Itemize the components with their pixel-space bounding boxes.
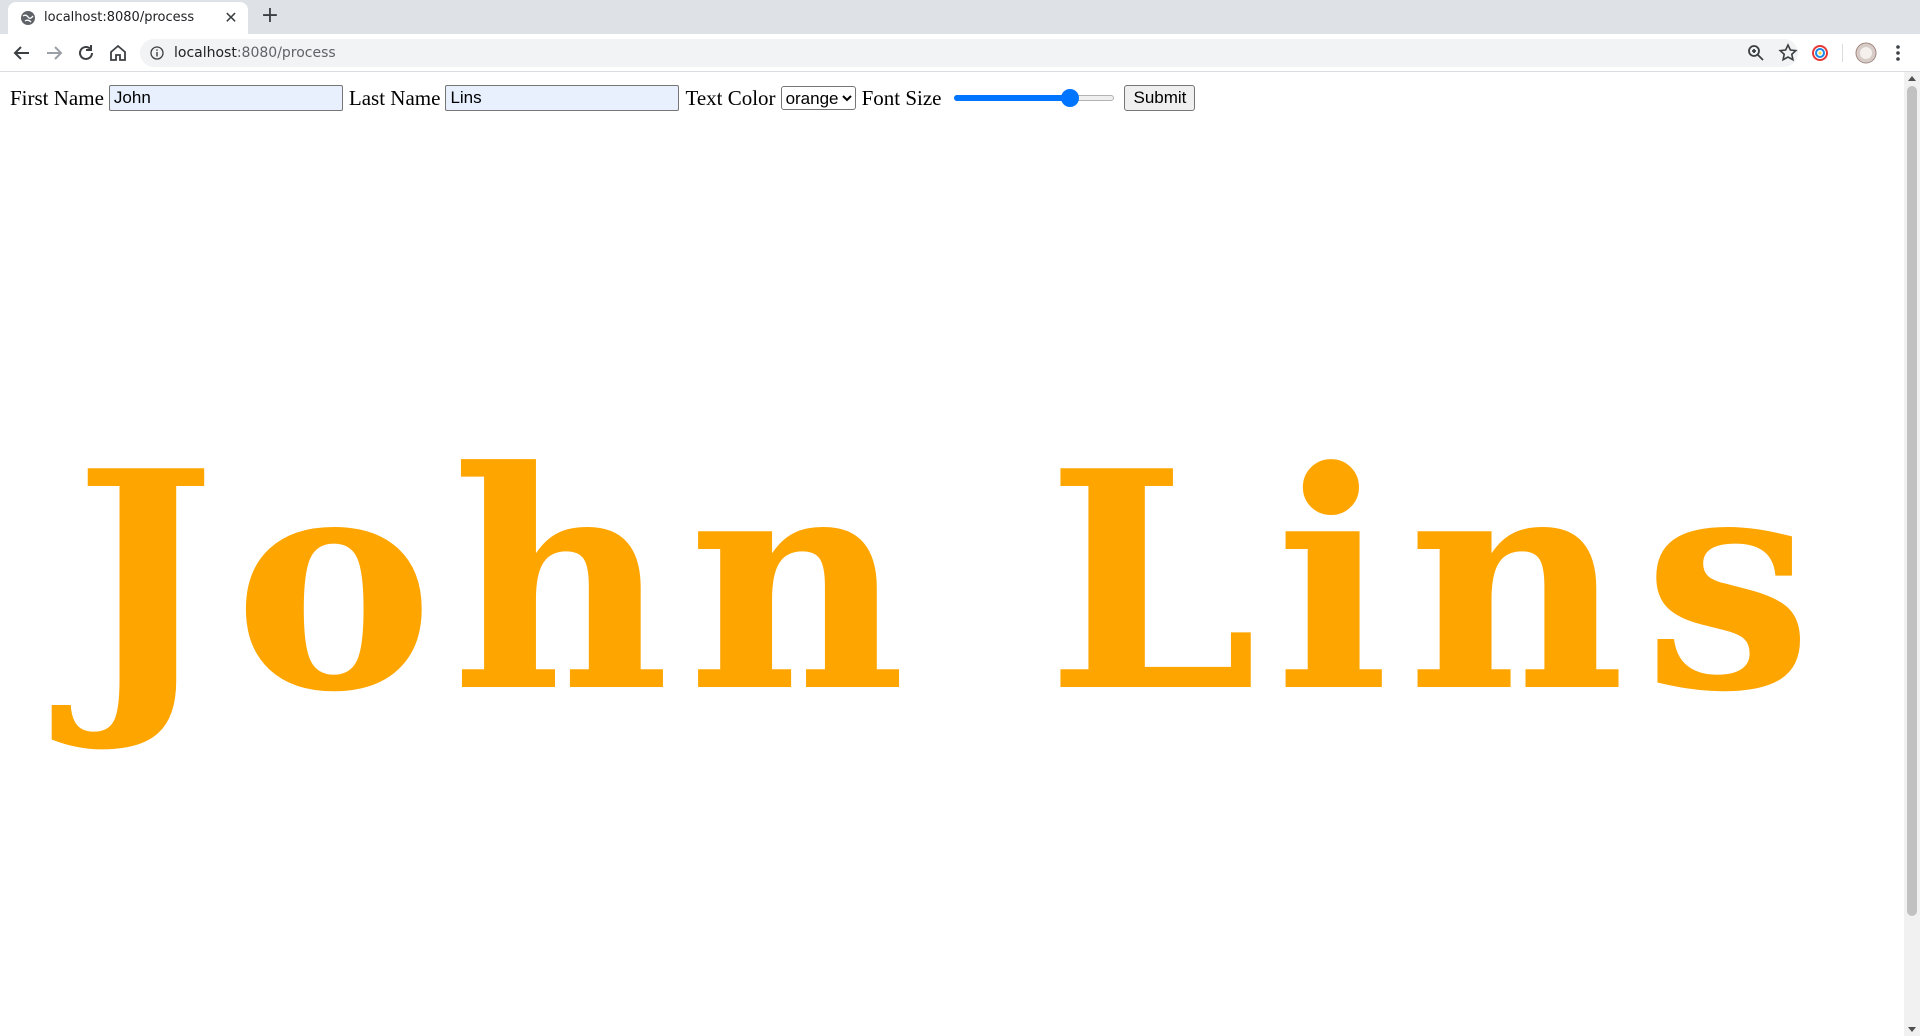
text-color-select[interactable]: orange [780,86,856,110]
kebab-menu-icon[interactable] [1886,41,1910,65]
home-icon[interactable] [106,41,130,65]
address-bar[interactable]: localhost:8080/process [140,39,1798,67]
last-name-input[interactable] [445,85,680,111]
page-content: First Name Last Name Text Color orange F… [0,72,1904,1036]
first-name-input[interactable] [108,85,343,111]
submit-button[interactable]: Submit [1124,85,1196,111]
info-icon[interactable] [150,46,164,60]
avatar[interactable] [1854,41,1878,65]
font-size-label: Font Size [861,85,942,110]
last-name-label: Last Name [348,85,441,110]
scroll-down-arrow-icon[interactable] [1908,1027,1916,1032]
browser-tab[interactable]: localhost:8080/process ✕ [8,2,248,34]
zoom-icon[interactable] [1744,41,1768,65]
forward-arrow-icon[interactable] [42,41,66,65]
plus-icon[interactable]: + [258,5,282,29]
style-form: First Name Last Name Text Color orange F… [10,84,1196,112]
close-icon[interactable]: ✕ [222,9,240,27]
toolbar-divider [1842,44,1843,62]
url-path: :8080/process [236,45,336,61]
scrollbar-thumb[interactable] [1907,86,1917,916]
reload-icon[interactable] [74,41,98,65]
page-scrollbar[interactable] [1904,72,1920,1036]
browser-toolbar: localhost:8080/process [0,34,1920,72]
scroll-up-arrow-icon[interactable] [1908,76,1916,81]
slider-thumb[interactable] [1060,89,1079,107]
url-text[interactable]: localhost:8080/process [174,45,336,61]
extension-icon[interactable] [1808,41,1832,65]
styled-name-output: John Lins [73,405,1831,758]
font-size-slider[interactable] [954,88,1115,108]
globe-icon [21,11,35,25]
tab-title: localhost:8080/process [44,10,195,25]
url-host: localhost [174,45,237,61]
tab-strip: localhost:8080/process ✕ + [0,0,1920,34]
first-name-label: First Name [10,85,104,110]
star-icon[interactable] [1776,41,1800,65]
back-arrow-icon[interactable] [10,41,34,65]
text-color-label: Text Color [685,85,776,110]
slider-fill [954,95,1070,101]
